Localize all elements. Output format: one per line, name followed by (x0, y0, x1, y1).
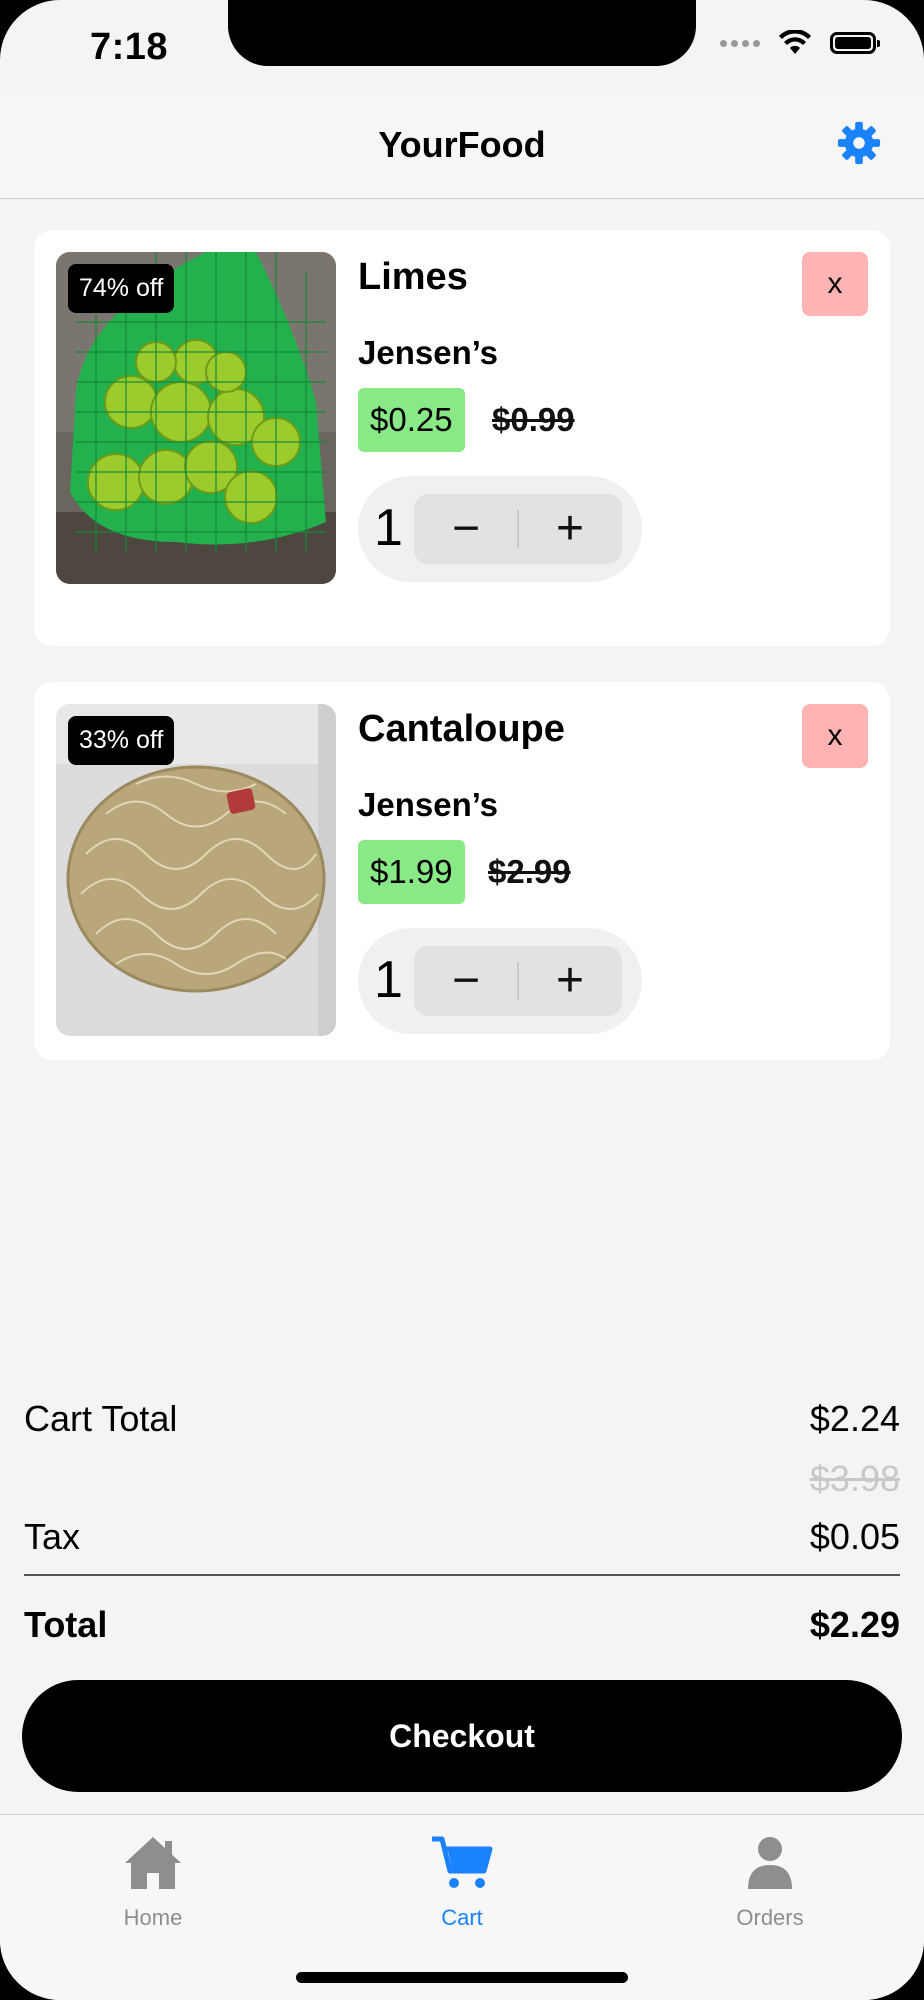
quantity-control: 1 − + (358, 476, 642, 582)
original-price: $0.99 (492, 401, 575, 438)
quantity-value: 1 (374, 499, 403, 557)
battery-icon (830, 32, 880, 54)
store-name: Jensen’s (358, 334, 499, 371)
remove-item-button[interactable]: x (802, 704, 868, 768)
tab-home-label: Home (123, 1905, 183, 1930)
tax-value: $0.05 (809, 1516, 900, 1557)
discount-badge: 74% off (68, 264, 175, 313)
tab-orders-label: Orders (736, 1905, 804, 1930)
limes-photo: 74% off (56, 252, 336, 584)
cart-icon (432, 1836, 493, 1888)
sale-price: $0.25 (358, 388, 465, 452)
store-name: Jensen’s (358, 786, 499, 823)
navigation-bar: YourFood (0, 92, 924, 199)
tab-cart[interactable]: Cart (362, 1833, 562, 1931)
quantity-stepper: − + (414, 494, 622, 564)
total-label: Total (24, 1604, 108, 1645)
quantity-value: 1 (374, 951, 403, 1009)
quantity-stepper: − + (414, 946, 622, 1016)
cantaloupe-photo: 33% off (56, 704, 336, 1036)
device-notch (228, 0, 696, 66)
wifi-icon (779, 30, 811, 54)
status-time: 7:18 (90, 26, 169, 68)
item-name: Limes (358, 256, 468, 298)
checkout-button[interactable]: Checkout (22, 1680, 902, 1792)
decrement-button[interactable]: − (414, 946, 518, 1016)
decrement-button[interactable]: − (414, 494, 518, 564)
tab-cart-label: Cart (441, 1905, 483, 1930)
cart-item-card: 33% off Cantaloupe x Jensen’s $1.99 $2.9… (34, 682, 890, 1060)
cart-item-card: 74% off Limes x Jensen’s $0.25 $0.99 1 −… (34, 230, 890, 646)
app-screen: 7:18 YourFood 74% off Limes x Jensen’s $… (0, 0, 924, 2000)
discount-badge: 33% off (68, 716, 175, 765)
cellular-signal-icon (720, 39, 760, 47)
status-indicators (720, 30, 880, 56)
tab-home[interactable]: Home (53, 1833, 253, 1931)
total-value: $2.29 (809, 1604, 900, 1645)
home-icon (125, 1837, 181, 1889)
home-indicator (296, 1972, 628, 1983)
person-icon (748, 1837, 792, 1889)
original-price: $2.99 (488, 853, 571, 890)
summary-divider (24, 1574, 900, 1576)
cart-total-original: $3.98 (809, 1458, 900, 1499)
increment-button[interactable]: + (518, 946, 622, 1016)
cart-total-value: $2.24 (809, 1398, 900, 1439)
sale-price: $1.99 (358, 840, 465, 904)
tab-orders[interactable]: Orders (670, 1833, 870, 1931)
quantity-control: 1 − + (358, 928, 642, 1034)
increment-button[interactable]: + (518, 494, 622, 564)
tax-label: Tax (24, 1516, 81, 1557)
gear-icon[interactable] (836, 120, 882, 166)
cart-total-label: Cart Total (24, 1398, 178, 1439)
page-title: YourFood (378, 124, 546, 165)
item-name: Cantaloupe (358, 708, 565, 750)
remove-item-button[interactable]: x (802, 252, 868, 316)
